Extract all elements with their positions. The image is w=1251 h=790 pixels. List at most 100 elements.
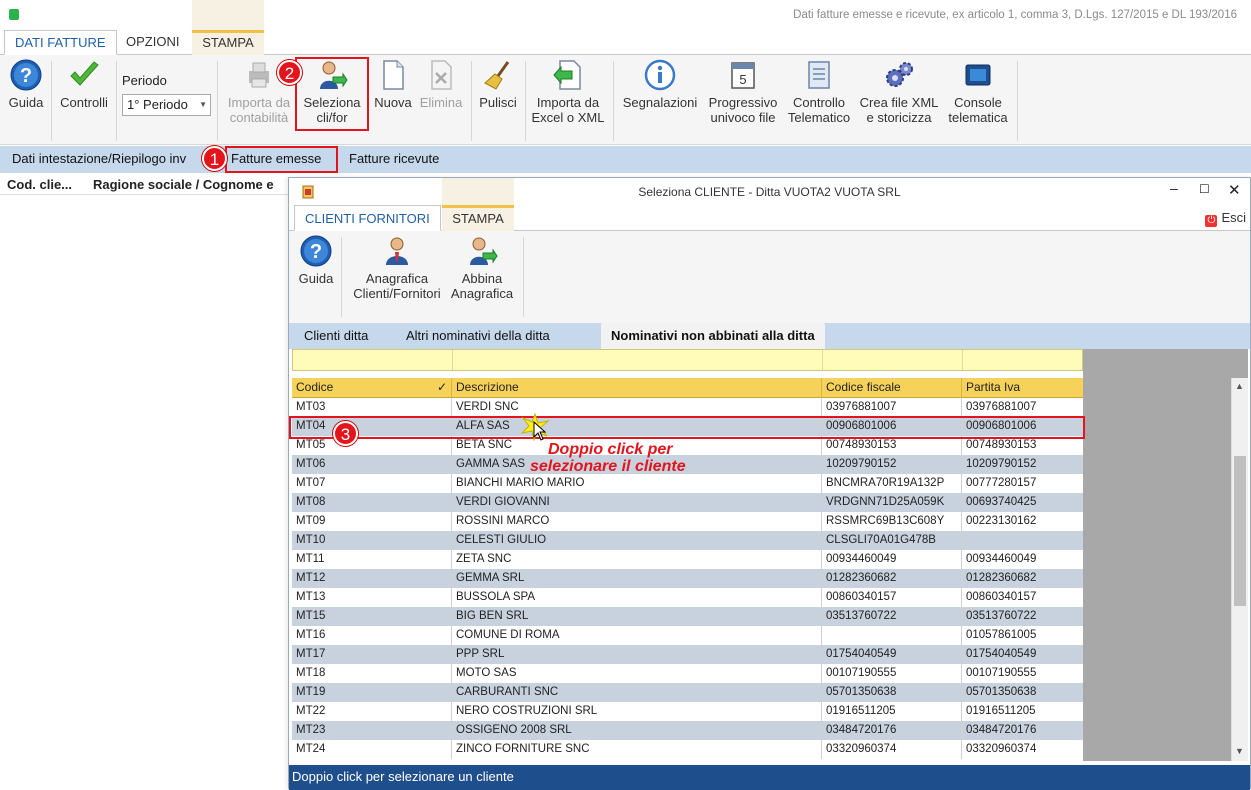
periodo-value: 1° Periodo: [127, 97, 188, 112]
cell-partita-iva: 01282360682: [966, 572, 1037, 584]
step-badge-2: 2: [277, 60, 302, 85]
dialog-guida-button[interactable]: ? Guida: [295, 235, 337, 286]
tab-dati-fatture[interactable]: DATI FATTURE: [4, 30, 117, 55]
esci-button[interactable]: ⏻ Esci: [1205, 210, 1246, 227]
subtab-clienti-ditta[interactable]: Clienti ditta: [304, 323, 368, 349]
help-icon: ?: [10, 59, 42, 91]
scroll-thumb[interactable]: [1234, 456, 1246, 606]
subtab-dati-intestazione[interactable]: Dati intestazione/Riepilogo inv: [12, 146, 186, 173]
col-codice[interactable]: Codice ✓: [292, 378, 452, 398]
table-row[interactable]: MT16 COMUNE DI ROMA 01057861005: [292, 626, 1083, 645]
dialog-tab-stampa[interactable]: STAMPA: [442, 205, 514, 231]
table-row[interactable]: MT13 BUSSOLA SPA 00860340157 00860340157: [292, 588, 1083, 607]
table-row[interactable]: MT03 VERDI SNC 03976881007 03976881007: [292, 398, 1083, 417]
cell-partita-iva: 00693740425: [966, 496, 1037, 508]
table-row[interactable]: MT17 PPP SRL 01754040549 01754040549: [292, 645, 1083, 664]
col-descrizione[interactable]: Descrizione: [452, 378, 822, 398]
table-row[interactable]: MT18 MOTO SAS 00107190555 00107190555: [292, 664, 1083, 683]
chevron-down-icon: ▼: [199, 100, 207, 109]
crea-xml-button[interactable]: Crea file XML e storicizza: [856, 59, 942, 125]
console-label: Console telematica: [948, 95, 1008, 125]
col-partita-iva[interactable]: Partita Iva: [962, 378, 1083, 398]
pulisci-button[interactable]: Pulisci: [476, 59, 520, 110]
help-icon: ?: [300, 235, 332, 267]
console-icon: [965, 64, 991, 86]
guida-button[interactable]: ? Guida: [5, 59, 47, 110]
segnalazioni-label: Segnalazioni: [622, 95, 698, 110]
filter-codice[interactable]: [293, 350, 453, 370]
cell-codice-fiscale: 00107190555: [822, 664, 962, 683]
importa-excel-button[interactable]: Importa da Excel o XML: [530, 59, 606, 125]
table-row[interactable]: MT07 BIANCHI MARIO MARIO BNCMRA70R19A132P 0…: [292, 474, 1083, 493]
cell-descrizione: PPP SRL: [452, 645, 822, 664]
tab-stampa[interactable]: STAMPA: [192, 30, 264, 55]
filter-codice-fiscale[interactable]: [823, 350, 963, 370]
cell-codice-fiscale: 00860340157: [822, 588, 962, 607]
controllo-telematico-button[interactable]: Controllo Telematico: [786, 59, 852, 125]
cell-codice-fiscale: 01916511205: [822, 702, 962, 721]
filter-partita-iva[interactable]: [963, 350, 1082, 370]
controlli-label: Controlli: [60, 95, 108, 110]
table-row[interactable]: MT09 ROSSINI MARCO RSSMRC69B13C608Y 0022313…: [292, 512, 1083, 531]
subtab-altri-nominativi[interactable]: Altri nominativi della ditta: [406, 323, 550, 349]
table-row[interactable]: MT19 CARBURANTI SNC 05701350638 05701350638: [292, 683, 1083, 702]
table-row[interactable]: MT22 NERO COSTRUZIONI SRL 01916511205 01916…: [292, 702, 1083, 721]
cell-codice: MT24: [292, 740, 452, 759]
table-row[interactable]: MT24 ZINCO FORNITURE SNC 03320960374 033209…: [292, 740, 1083, 759]
calendar-icon: 5: [731, 62, 755, 89]
cell-partita-iva: 00107190555: [966, 667, 1037, 679]
svg-text:5: 5: [739, 72, 746, 87]
col-cod-cliente[interactable]: Cod. clie...: [7, 177, 72, 192]
periodo-select[interactable]: 1° Periodo ▼: [122, 94, 211, 116]
scroll-down-icon[interactable]: ▼: [1235, 746, 1244, 756]
abbina-button[interactable]: Abbina Anagrafica: [449, 235, 515, 301]
console-telematica-button[interactable]: Console telematica: [944, 59, 1012, 125]
dialog-title-bar: Seleziona CLIENTE - Ditta VUOTA2 VUOTA S…: [289, 178, 1250, 205]
col-codice-fiscale[interactable]: Codice fiscale: [822, 378, 962, 398]
table-row[interactable]: MT12 GEMMA SRL 01282360682 01282360682: [292, 569, 1083, 588]
main-ribbon: ? Guida Controlli Periodo 1° Periodo ▼ I…: [0, 55, 1251, 145]
tab-opzioni[interactable]: OPZIONI: [116, 30, 189, 55]
table-row[interactable]: MT15 BIG BEN SRL 03513760722 03513760722: [292, 607, 1083, 626]
cell-partita-iva: 00777280157: [966, 477, 1037, 489]
scroll-up-icon[interactable]: ▲: [1235, 381, 1244, 391]
table-row[interactable]: MT11 ZETA SNC 00934460049 00934460049: [292, 550, 1083, 569]
close-icon[interactable]: ✕: [1228, 181, 1241, 199]
col-codice-label: Codice: [296, 380, 334, 394]
pulisci-label: Pulisci: [479, 95, 517, 110]
tab-clienti-fornitori[interactable]: CLIENTI FORNITORI: [294, 205, 441, 231]
app-icon: [9, 9, 19, 20]
cell-descrizione: GEMMA SRL: [452, 569, 822, 588]
cell-codice-fiscale: 03320960374: [822, 740, 962, 759]
filter-row[interactable]: [292, 349, 1083, 371]
title-bar: Dati fatture emesse e ricevute, ex artic…: [0, 0, 1251, 30]
subtab-fatture-ricevute[interactable]: Fatture ricevute: [349, 146, 439, 173]
cell-codice: MT19: [292, 683, 452, 702]
importa-contabilita-label: Importa da contabilità: [227, 95, 291, 125]
table-row[interactable]: MT08 VERDI GIOVANNI VRDGNN71D25A059K 006937…: [292, 493, 1083, 512]
cell-partita-iva: 00223130162: [966, 515, 1037, 527]
cell-descrizione: CELESTI GIULIO: [452, 531, 822, 550]
cell-codice-fiscale: RSSMRC69B13C608Y: [822, 512, 962, 531]
progressivo-button[interactable]: 5 Progressivo univoco file: [703, 59, 783, 125]
nuova-button[interactable]: Nuova: [372, 59, 414, 110]
controlli-button[interactable]: Controlli: [56, 59, 112, 110]
controllo-telematico-label: Controllo Telematico: [787, 95, 851, 125]
cell-codice: MT08: [292, 493, 452, 512]
table-row[interactable]: MT23 OSSIGENO 2008 SRL 03484720176 03484720…: [292, 721, 1083, 740]
col-ragione-sociale[interactable]: Ragione sociale / Cognome e: [93, 177, 274, 192]
anagrafica-button[interactable]: Anagrafica Clienti/Fornitori: [347, 235, 447, 301]
delete-document-icon: [431, 60, 452, 90]
cell-codice: MT17: [292, 645, 452, 664]
minimize-icon[interactable]: –: [1170, 180, 1178, 196]
crea-xml-label: Crea file XML e storicizza: [859, 95, 939, 125]
elimina-button[interactable]: Elimina: [416, 59, 466, 110]
maximize-icon[interactable]: ☐: [1199, 182, 1210, 196]
cell-codice: MT06: [292, 455, 452, 474]
filter-descrizione[interactable]: [453, 350, 823, 370]
segnalazioni-button[interactable]: Segnalazioni: [618, 59, 702, 110]
table-row[interactable]: MT10 CELESTI GIULIO CLSGLI70A01G478B: [292, 531, 1083, 550]
subtab-nominativi-non-abbinati[interactable]: Nominativi non abbinati alla ditta: [601, 323, 825, 349]
vertical-scrollbar[interactable]: ▲ ▼: [1231, 378, 1248, 761]
cell-codice: MT10: [292, 531, 452, 550]
